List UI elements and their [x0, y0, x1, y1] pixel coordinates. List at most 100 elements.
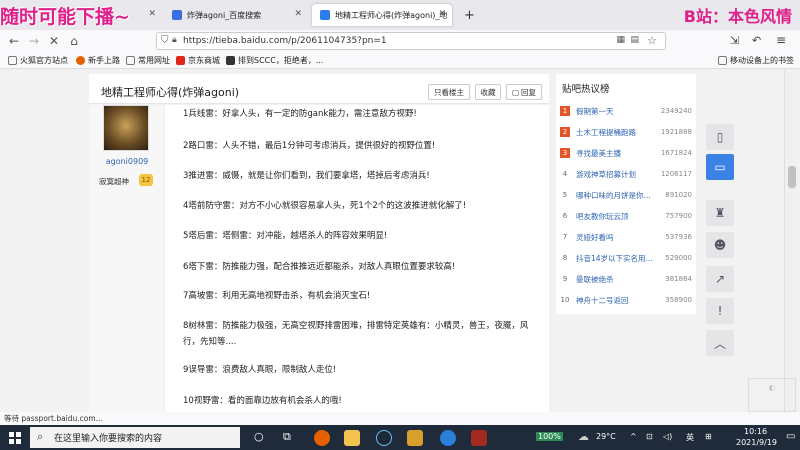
- forward-icon[interactable]: →: [24, 34, 44, 48]
- stream-overlay-right: B站：本色风情: [683, 7, 792, 26]
- dota-icon[interactable]: [471, 430, 487, 446]
- tab-label: 炸弹agoni_百度搜索: [187, 10, 262, 20]
- status-bar: 等待 passport.baidu.com...: [0, 412, 800, 425]
- back-to-top-icon[interactable]: ︿: [706, 330, 734, 356]
- firefox-icon[interactable]: [314, 430, 330, 446]
- bookmark-item[interactable]: 排到SCCC，拒绝者，...: [226, 55, 323, 66]
- firefox-icon: [76, 56, 85, 65]
- tab-label: 地精工程师心得(炸弹agoni)_地: [335, 10, 447, 20]
- hot-topic-item[interactable]: 2 土木工程提桶跑路 1921888: [560, 125, 692, 139]
- bookmark-item[interactable]: 火狐官方站点: [8, 55, 68, 66]
- language-indicator[interactable]: 英: [686, 432, 694, 443]
- phone-icon[interactable]: ▯: [706, 124, 734, 150]
- hot-topic-item[interactable]: 1 假期第一天 2349240: [560, 104, 692, 118]
- reply-icon: ▢: [511, 87, 520, 97]
- bookmark-item[interactable]: 京东商城: [176, 55, 220, 66]
- back-icon[interactable]: ←: [4, 34, 24, 48]
- tab-3[interactable]: 地精工程师心得(炸弹agoni)_地 ✕: [312, 4, 452, 26]
- post-header: 地精工程师心得(炸弹agoni) 只看楼主 收藏 ▢ 回复: [89, 74, 549, 104]
- close-icon[interactable]: ✕: [438, 9, 446, 19]
- new-tab-button[interactable]: +: [456, 4, 475, 26]
- reply-button[interactable]: ▢ 回复: [506, 84, 542, 100]
- undo-icon[interactable]: ↶: [752, 34, 761, 47]
- home-icon[interactable]: ⌂: [64, 34, 84, 48]
- mascot-icon[interactable]: ☻: [706, 232, 734, 258]
- weather-icon: ☁: [578, 430, 589, 443]
- hot-topic-item[interactable]: 7 灵娅好看吗 537936: [560, 230, 692, 244]
- baidu-icon: [172, 10, 182, 20]
- windows-icon: [9, 431, 21, 444]
- stream-overlay-left: 随时可能下播~: [0, 6, 130, 28]
- hot-topics-panel: 贴吧热议榜 1 假期第一天 2349240 2 土木工程提桶跑路 1921888 3 寻找…: [556, 74, 696, 314]
- bookmarks-bar: 火狐官方站点 新手上路 常用网址 京东商城 排到SCCC，拒绝者，... 移动设…: [0, 52, 800, 69]
- author-name[interactable]: agoni0909: [89, 157, 165, 166]
- lock-icon: 🔒︎: [172, 35, 177, 45]
- close-icon[interactable]: ✕: [148, 9, 156, 19]
- qr-icon[interactable]: ▦: [616, 35, 625, 45]
- post-line: 3推进雷：威慑，就是让你们看到，我们要拿塔，塔掉后考虑消兵!: [183, 171, 430, 181]
- scrollbar-thumb[interactable]: [788, 166, 796, 188]
- tab-2[interactable]: 炸弹agoni_百度搜索 ✕: [164, 4, 308, 26]
- post-line: 2路口雷：人头不错，最后1分钟可考虑消兵，提供很好的视野位置!: [183, 141, 436, 151]
- chat-icon[interactable]: ▭: [706, 154, 734, 180]
- start-button[interactable]: [0, 425, 30, 450]
- post-line: 6塔下雷：防推能力强，配合推推远近都能杀，对敌人真眼位置要求较高!: [183, 262, 456, 272]
- task-view-icon[interactable]: ⧉: [283, 430, 291, 444]
- avatar[interactable]: [103, 105, 149, 151]
- jd-icon: [176, 56, 185, 65]
- hot-topics-title: 贴吧热议榜: [562, 84, 610, 95]
- bookmark-item[interactable]: 常用网址: [126, 55, 170, 66]
- hot-topic-item[interactable]: 10 神舟十二号返回 358900: [560, 293, 692, 307]
- hot-topic-item[interactable]: 5 哪种口味的月饼是你... 891020: [560, 188, 692, 202]
- taskbar: ⌕ 在这里输入你要搜索的内容 ○ ⧉ 100% ☁ 29°C ^ ⊡ ◁) 英 …: [0, 425, 800, 450]
- app-icon[interactable]: [407, 430, 423, 446]
- post-line: 4塔前防守雷：对方不小心就很容易拿人头，死1个2个的这波推进就化解了!: [183, 201, 467, 211]
- level-badge: 12: [139, 174, 153, 186]
- stop-icon[interactable]: ✕: [44, 34, 64, 48]
- battery-indicator[interactable]: 100%: [536, 432, 563, 441]
- folder-icon: [718, 56, 727, 65]
- clock-time[interactable]: 10:16: [744, 427, 767, 436]
- hot-topic-item[interactable]: 6 吧友教你玩云顶 757900: [560, 209, 692, 223]
- steam-icon[interactable]: [376, 430, 392, 446]
- url-bar[interactable]: ⛉ 🔒︎ https://tieba.baidu.com/p/206110473…: [156, 32, 666, 50]
- folder-icon[interactable]: [344, 430, 360, 446]
- author-rank: 寂寞超神: [99, 177, 129, 186]
- hot-topic-item[interactable]: 8 抖音14岁以下实名用... 529000: [560, 251, 692, 265]
- author-column: agoni0909 寂寞超神 12: [89, 105, 165, 412]
- close-icon[interactable]: ✕: [294, 9, 302, 19]
- ime-icon[interactable]: ⊞: [705, 432, 712, 441]
- robot-icon[interactable]: ♜: [706, 200, 734, 226]
- cortana-icon[interactable]: ○: [254, 430, 264, 443]
- star-icon[interactable]: ☆: [647, 34, 657, 47]
- site-icon: [226, 56, 235, 65]
- watermark: ◐: [748, 378, 796, 412]
- post-line: 10视野雷：看的面靠边放有机会杀人的哦!: [183, 396, 342, 406]
- grid-icon[interactable]: ▤: [630, 35, 639, 45]
- report-icon[interactable]: !: [706, 298, 734, 324]
- tray-arrow-icon[interactable]: ^: [630, 432, 637, 441]
- network-icon[interactable]: ⊡: [646, 432, 653, 441]
- share-icon[interactable]: ↗: [706, 266, 734, 292]
- volume-icon[interactable]: ◁): [663, 432, 672, 441]
- post-line: 5塔后雷：塔侧雷：对冲能，越塔杀人的阵容效果明显!: [183, 231, 388, 241]
- clock-date[interactable]: 2021/9/19: [736, 438, 777, 447]
- notification-icon[interactable]: ▭: [786, 431, 795, 442]
- extensions-icon[interactable]: ⇲: [730, 34, 739, 47]
- bookmark-item[interactable]: 移动设备上的书签: [718, 55, 794, 66]
- only-author-button[interactable]: 只看楼主: [428, 84, 470, 100]
- search-icon: ⌕: [37, 430, 44, 443]
- menu-icon[interactable]: ≡: [776, 33, 786, 47]
- temperature[interactable]: 29°C: [596, 432, 616, 441]
- hot-topic-item[interactable]: 9 曼联被绝杀 381864: [560, 272, 692, 286]
- post-line: 7高坡雷：利用无高地视野击杀，有机会消灭宝石!: [183, 291, 371, 301]
- scrollbar[interactable]: [784, 70, 798, 412]
- hot-topic-item[interactable]: 3 寻找最美主播 1671824: [560, 146, 692, 160]
- post-line: 1兵线雷：好拿人头，有一定的防gank能力，需注意敌方视野!: [183, 109, 417, 119]
- favorite-button[interactable]: 收藏: [475, 84, 501, 100]
- hot-topic-item[interactable]: 4 游戏神草招募计划 1206117: [560, 167, 692, 181]
- bookmark-item[interactable]: 新手上路: [76, 55, 120, 66]
- page-content: 地精工程师心得(炸弹agoni) 只看楼主 收藏 ▢ 回复 agoni0909 寂…: [0, 70, 800, 412]
- app-icon[interactable]: [440, 430, 456, 446]
- taskbar-search[interactable]: ⌕ 在这里输入你要搜索的内容: [30, 427, 240, 448]
